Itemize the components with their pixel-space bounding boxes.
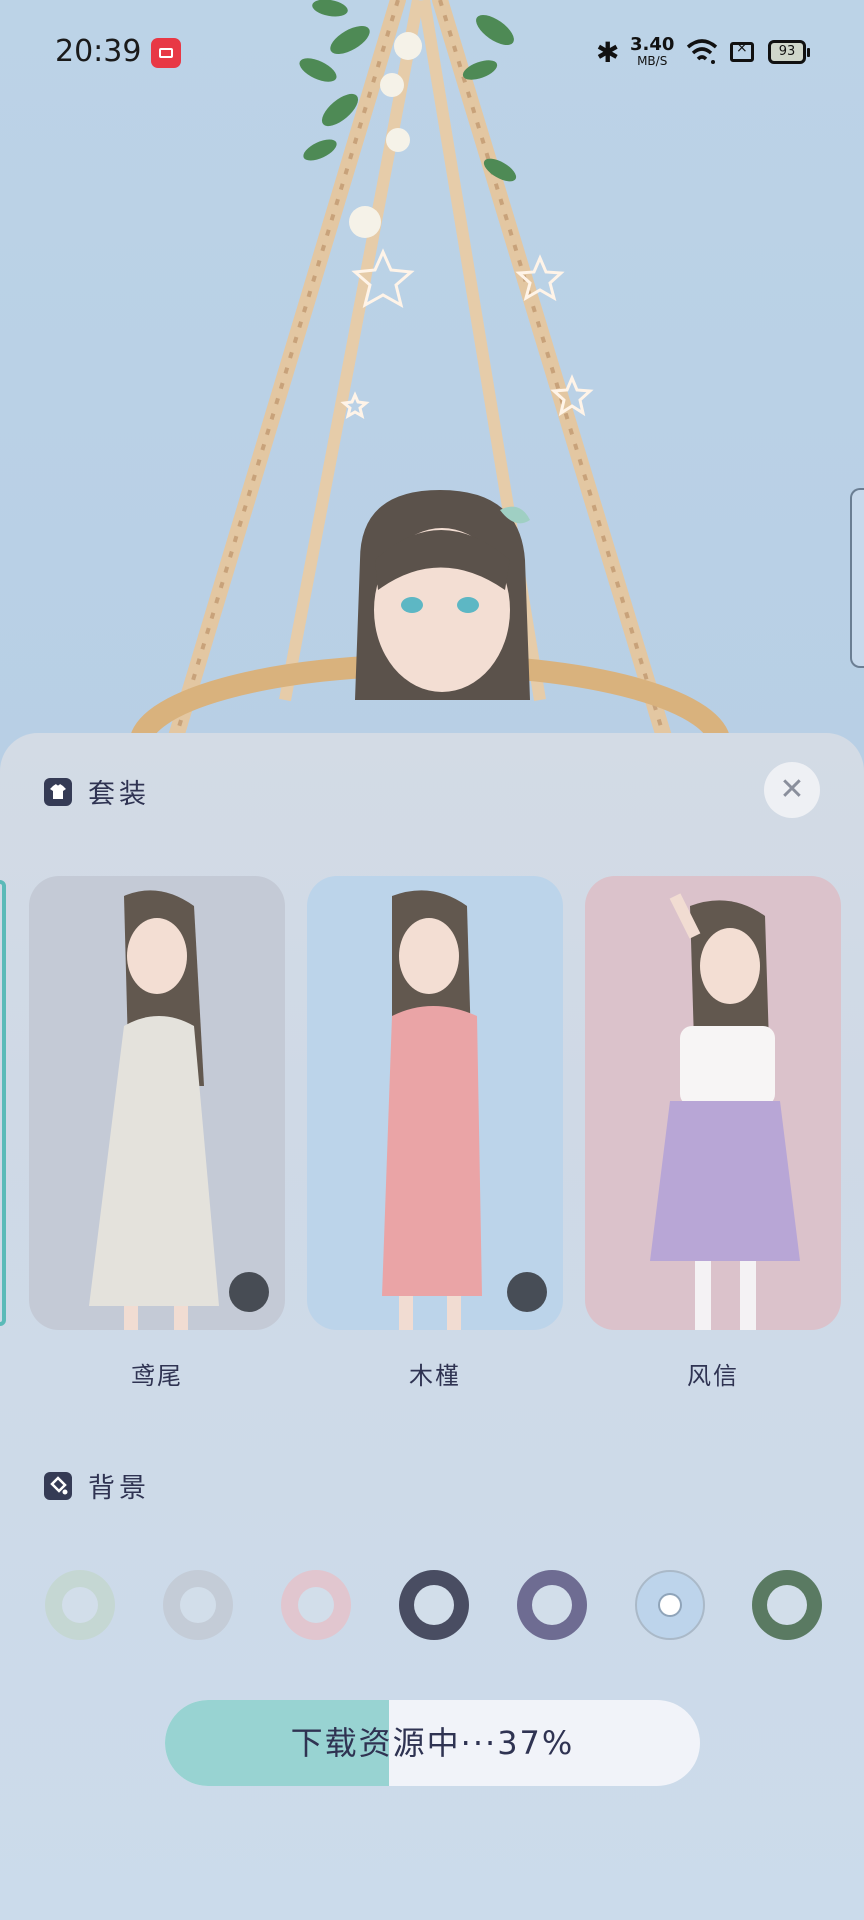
background-title: 背景 <box>88 1473 150 1504</box>
network-speed: 3.40 MB/S <box>630 36 674 70</box>
outfit-preview-image <box>585 876 841 1330</box>
network-speed-value: 3.40 <box>630 34 675 55</box>
close-button[interactable]: ✕ <box>764 762 820 818</box>
outfit-preview-image <box>29 876 285 1330</box>
outfits-section-header: 套装 <box>44 772 150 811</box>
selected-indicator-icon <box>660 1595 680 1615</box>
outfit-card-1[interactable] <box>29 876 285 1330</box>
no-sim-icon <box>730 40 754 62</box>
paint-bucket-icon <box>44 1471 72 1500</box>
download-progress-label: 下载资源中···37% <box>290 1724 575 1762</box>
previous-outfit-card-edge[interactable] <box>0 880 6 1326</box>
wifi-icon <box>686 39 718 64</box>
close-icon: ✕ <box>779 772 805 807</box>
network-speed-unit: MB/S <box>637 54 668 68</box>
status-bar: 20:39 ✱ 3.40 MB/S 93 <box>0 0 864 104</box>
background-section-header: 背景 <box>44 1466 150 1505</box>
background-swatch-2[interactable] <box>163 1570 233 1640</box>
background-swatch-3[interactable] <box>281 1570 351 1640</box>
bluetooth-icon: ✱ <box>596 36 620 69</box>
background-swatch-7[interactable] <box>752 1570 822 1640</box>
character-scene <box>0 0 864 740</box>
outfit-preview-image <box>307 876 563 1330</box>
outfit-card-2[interactable] <box>307 876 563 1330</box>
swing-illustration <box>129 0 731 740</box>
background-swatch-6-selected[interactable] <box>635 1570 705 1640</box>
background-swatch-1[interactable] <box>45 1570 115 1640</box>
outfit-label: 木槿 <box>409 1362 461 1390</box>
background-swatch-4[interactable] <box>399 1570 469 1640</box>
download-progress-icon <box>507 1272 547 1312</box>
status-time: 20:39 <box>55 34 142 69</box>
screen-record-icon <box>151 38 181 68</box>
battery-icon: 93 <box>768 40 810 64</box>
background-swatch-5[interactable] <box>517 1570 587 1640</box>
outfits-title: 套装 <box>88 779 150 810</box>
download-badge-icon <box>229 1272 269 1312</box>
outfit-label: 风信 <box>687 1362 739 1390</box>
outfit-label: 鸢尾 <box>131 1362 183 1390</box>
side-drawer-handle[interactable] <box>850 488 864 668</box>
outfit-card-3[interactable] <box>585 876 841 1330</box>
shirt-icon <box>44 777 72 806</box>
download-progress-bar: 下载资源中···37% <box>165 1700 700 1786</box>
